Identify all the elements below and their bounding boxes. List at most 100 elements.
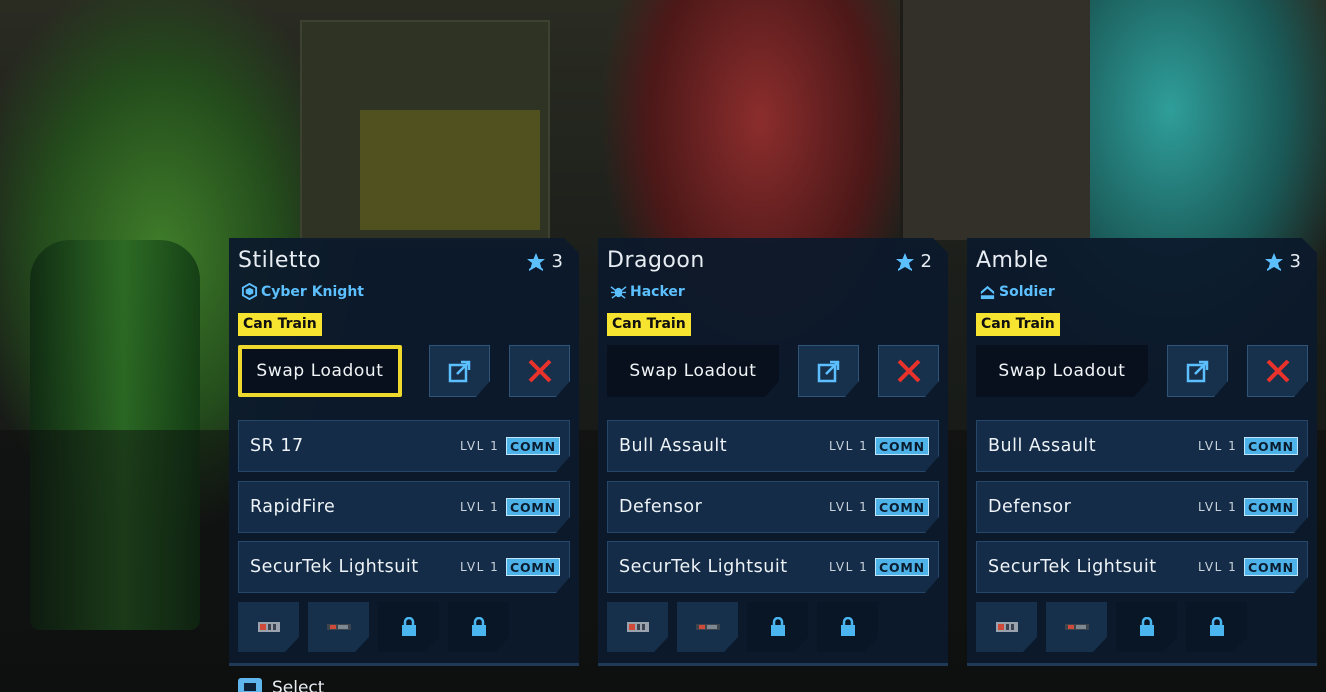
utility-slot-3[interactable]: [1116, 602, 1177, 652]
soldier-chevron-icon: [980, 285, 995, 300]
ammo-item-icon: [695, 624, 720, 630]
locked-slot-icon: [840, 617, 855, 636]
locked-slot-icon: [1139, 617, 1154, 636]
soldier-class: Soldier: [979, 283, 1055, 300]
soldier-name: Amble: [976, 248, 1049, 273]
utility-slot-1[interactable]: [238, 602, 299, 652]
button-frame: [1167, 345, 1228, 397]
rank-indicator: 3: [1264, 251, 1301, 272]
item-rarity: COMN: [1244, 437, 1298, 455]
item-level: LVL 1: [829, 439, 869, 453]
item-rarity: COMN: [875, 498, 929, 516]
item-name: Bull Assault: [988, 436, 1097, 456]
background-wall: [900, 0, 1090, 240]
item-level: LVL 1: [1198, 500, 1238, 514]
button-frame: [1247, 345, 1308, 397]
utility-slot-4[interactable]: [817, 602, 878, 652]
remove-soldier-button[interactable]: [878, 345, 939, 397]
item-rarity: COMN: [506, 558, 560, 576]
soldier-name: Dragoon: [607, 248, 705, 273]
item-level: LVL 1: [460, 439, 500, 453]
loadout-item-secondary[interactable]: RapidFire LVL 1 COMN: [238, 481, 570, 533]
item-rarity: COMN: [875, 437, 929, 455]
swap-loadout-button[interactable]: Swap Loadout: [607, 345, 779, 397]
utility-slot-2[interactable]: [308, 602, 369, 652]
swap-loadout-button[interactable]: Swap Loadout: [976, 345, 1148, 397]
utility-slot-2[interactable]: [1046, 602, 1107, 652]
locked-slot-icon: [471, 617, 486, 636]
locked-slot-icon: [770, 617, 785, 636]
item-name: Bull Assault: [619, 436, 728, 456]
ammo-item-icon: [326, 624, 351, 630]
rank-indicator: 3: [526, 251, 563, 272]
utility-slot-1[interactable]: [976, 602, 1037, 652]
grenade-item-icon: [995, 622, 1018, 632]
hacker-spider-icon: [610, 286, 627, 299]
item-level: LVL 1: [1198, 439, 1238, 453]
rank-indicator: 2: [895, 251, 932, 272]
utility-slot-4[interactable]: [1186, 602, 1247, 652]
item-level: LVL 1: [460, 500, 500, 514]
rank-number: 3: [551, 251, 563, 272]
item-level: LVL 1: [460, 560, 500, 574]
can-train-badge: Can Train: [976, 313, 1060, 336]
select-prompt: Select: [238, 678, 324, 692]
item-level: LVL 1: [1198, 560, 1238, 574]
utility-slot-1[interactable]: [607, 602, 668, 652]
loadout-item-primary[interactable]: Bull Assault LVL 1 COMN: [607, 420, 939, 472]
utility-slot-3[interactable]: [378, 602, 439, 652]
edit-soldier-button[interactable]: [798, 345, 859, 397]
can-train-badge: Can Train: [607, 313, 691, 336]
item-name: Defensor: [988, 497, 1072, 517]
remove-soldier-button[interactable]: [1247, 345, 1308, 397]
class-label: Cyber Knight: [261, 283, 364, 300]
class-label: Hacker: [630, 283, 685, 300]
loadout-item-primary[interactable]: SR 17 LVL 1 COMN: [238, 420, 570, 472]
item-rarity: COMN: [506, 437, 560, 455]
soldier-class: Hacker: [610, 283, 685, 300]
item-rarity: COMN: [1244, 558, 1298, 576]
grenade-item-icon: [257, 622, 280, 632]
swap-loadout-button[interactable]: Swap Loadout: [238, 345, 402, 397]
button-frame: [798, 345, 859, 397]
class-label: Soldier: [999, 283, 1055, 300]
can-train-badge: Can Train: [238, 313, 322, 336]
controller-button-icon: [238, 678, 262, 692]
item-rarity: COMN: [506, 498, 560, 516]
edit-soldier-button[interactable]: [1167, 345, 1228, 397]
item-level: LVL 1: [829, 560, 869, 574]
utility-slot-2[interactable]: [677, 602, 738, 652]
squad-card-1: Stiletto 3 Cyber Knight Can Train Swap L…: [229, 238, 579, 666]
item-rarity: COMN: [1244, 498, 1298, 516]
remove-soldier-button[interactable]: [509, 345, 570, 397]
loadout-item-armor[interactable]: SecurTek Lightsuit LVL 1 COMN: [607, 541, 939, 593]
item-name: SecurTek Lightsuit: [988, 557, 1157, 577]
utility-slot-3[interactable]: [747, 602, 808, 652]
item-name: SecurTek Lightsuit: [250, 557, 419, 577]
button-frame: [429, 345, 490, 397]
loadout-item-secondary[interactable]: Defensor LVL 1 COMN: [607, 481, 939, 533]
item-name: RapidFire: [250, 497, 336, 517]
locked-slot-icon: [401, 617, 416, 636]
rank-number: 3: [1289, 251, 1301, 272]
chevron-star-icon: [895, 252, 914, 271]
cyber-knight-cube-icon: [241, 283, 258, 300]
edit-soldier-button[interactable]: [429, 345, 490, 397]
item-name: Defensor: [619, 497, 703, 517]
squad-card-2: Dragoon 2 Hacker Can Train Swap Loadout …: [598, 238, 948, 666]
item-rarity: COMN: [875, 558, 929, 576]
chevron-star-icon: [1264, 252, 1283, 271]
loadout-item-armor[interactable]: SecurTek Lightsuit LVL 1 COMN: [238, 541, 570, 593]
utility-slot-4[interactable]: [448, 602, 509, 652]
loadout-item-secondary[interactable]: Defensor LVL 1 COMN: [976, 481, 1308, 533]
rank-number: 2: [920, 251, 932, 272]
select-label: Select: [272, 678, 325, 692]
soldier-class: Cyber Knight: [241, 283, 364, 300]
button-frame: [509, 345, 570, 397]
grenade-item-icon: [626, 622, 649, 632]
button-frame: [878, 345, 939, 397]
loadout-item-armor[interactable]: SecurTek Lightsuit LVL 1 COMN: [976, 541, 1308, 593]
loadout-item-primary[interactable]: Bull Assault LVL 1 COMN: [976, 420, 1308, 472]
item-name: SecurTek Lightsuit: [619, 557, 788, 577]
locked-slot-icon: [1209, 617, 1224, 636]
